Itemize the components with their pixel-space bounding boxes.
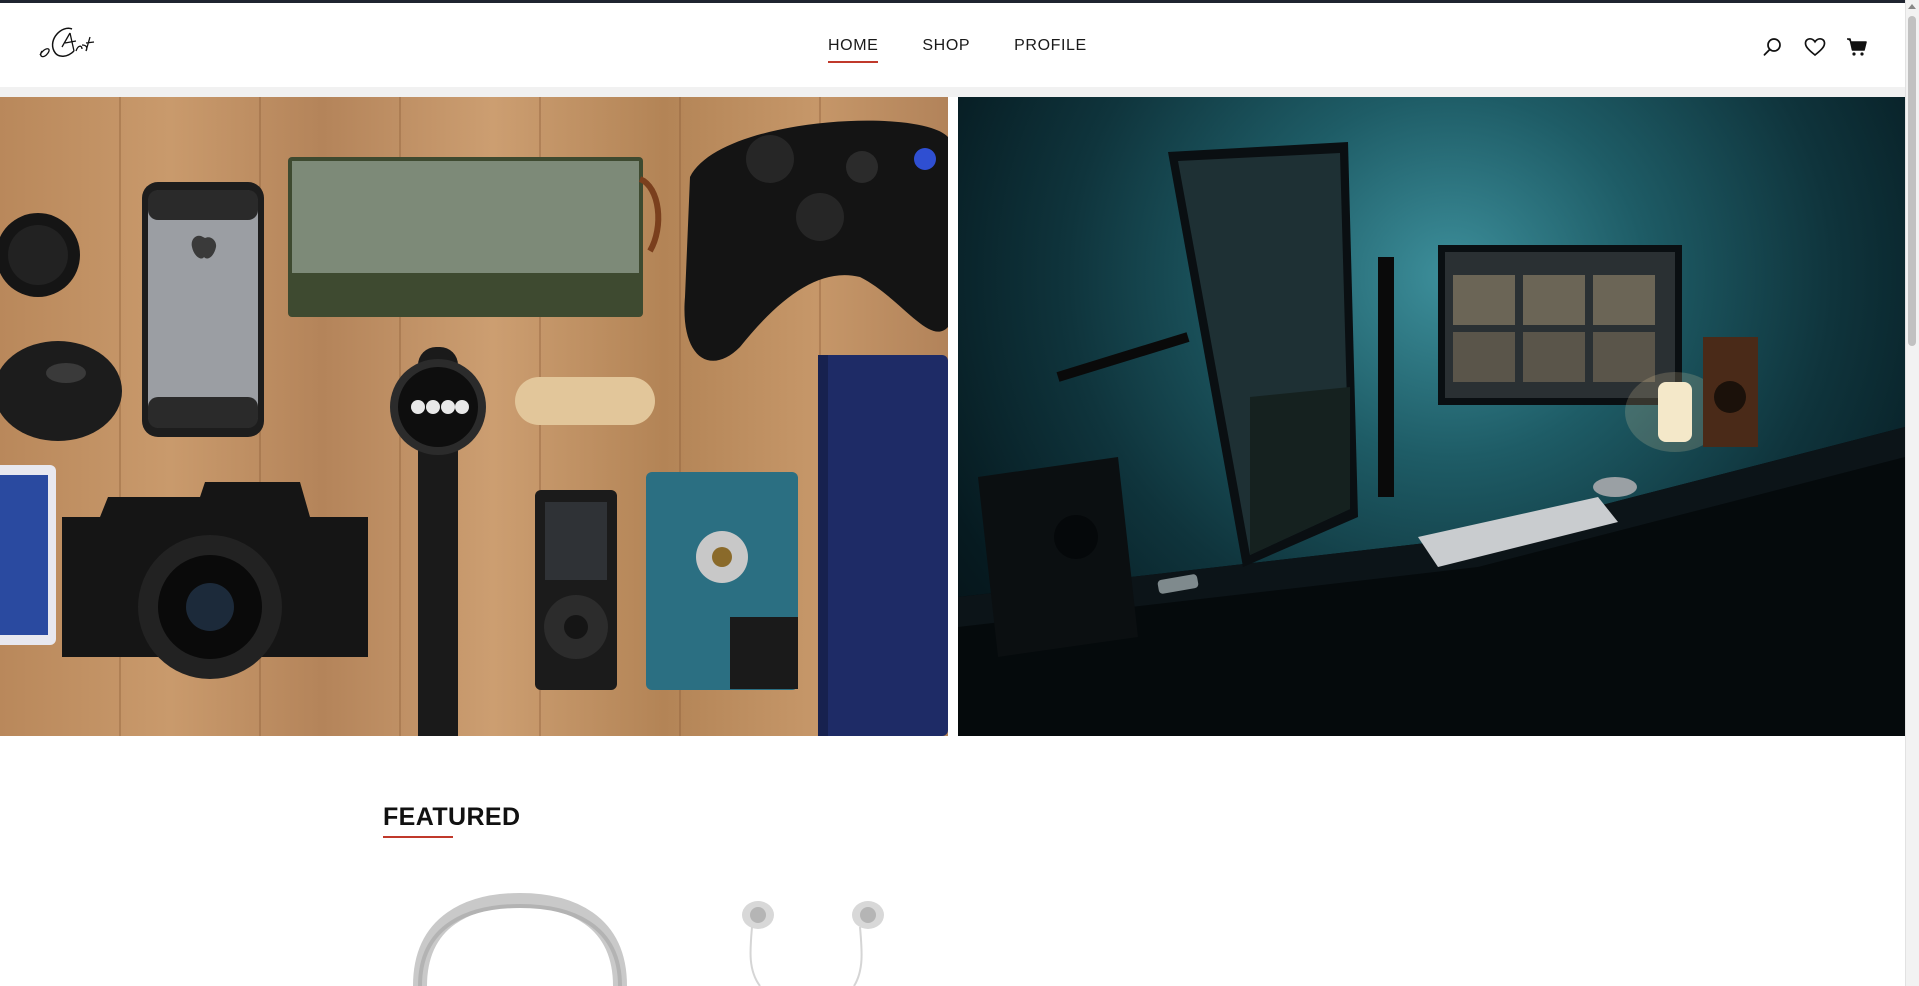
vertical-scrollbar[interactable] (1905, 0, 1919, 986)
scroll-up-arrow-icon[interactable] (1908, 4, 1916, 9)
main-nav: HOME SHOP PROFILE (828, 37, 1087, 63)
nav-shop-link[interactable]: SHOP (922, 37, 970, 63)
header-icons (1761, 35, 1869, 59)
product-image-headphones[interactable] (400, 890, 640, 986)
brand-logo[interactable] (34, 17, 114, 67)
hero-image-desk-setup[interactable] (958, 97, 1905, 736)
heart-icon[interactable] (1803, 35, 1827, 59)
header-divider (0, 87, 1905, 97)
hero-image-gadgets[interactable] (0, 97, 948, 736)
site-header: HOME SHOP PROFILE (0, 3, 1905, 87)
search-icon[interactable] (1761, 35, 1785, 59)
product-image-earphones[interactable] (720, 895, 900, 986)
nav-profile-link[interactable]: PROFILE (1014, 37, 1087, 63)
scrollbar-thumb[interactable] (1908, 16, 1916, 346)
featured-heading: FEATURED (383, 803, 521, 831)
cart-icon[interactable] (1845, 35, 1869, 59)
featured-underline (383, 836, 453, 838)
nav-home-link[interactable]: HOME (828, 37, 879, 63)
